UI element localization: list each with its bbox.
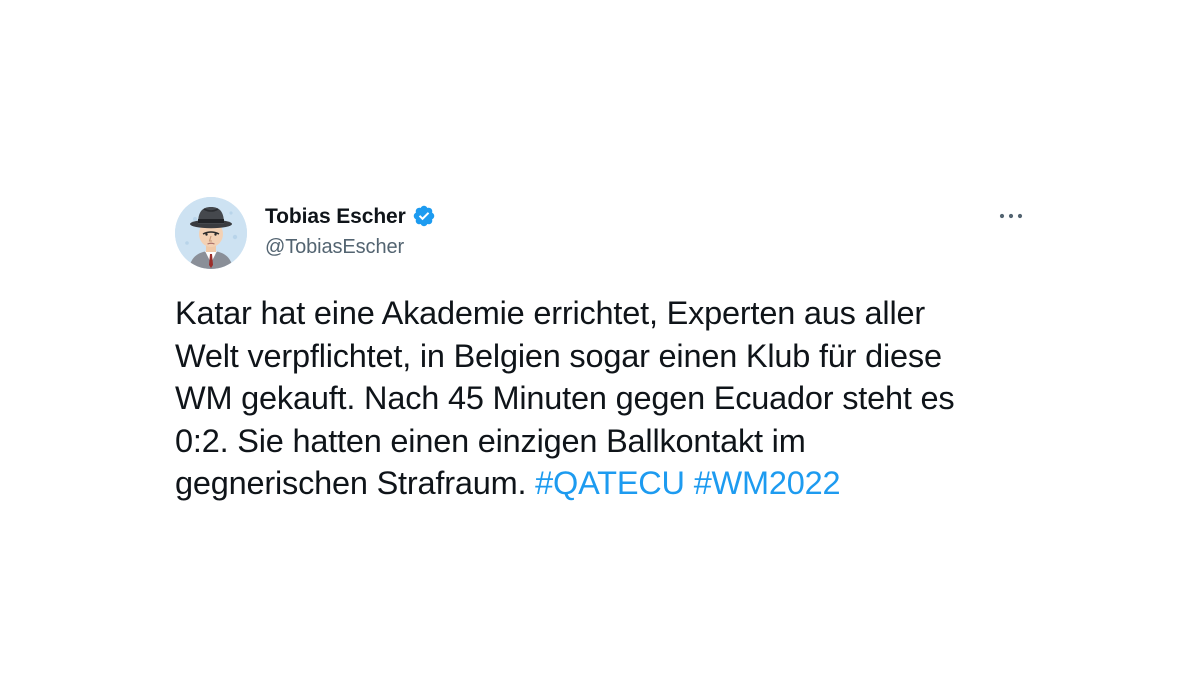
fedora-man-avatar-icon <box>175 197 247 269</box>
tweet-text: Katar hat eine Akademie errichtet, Exper… <box>175 292 1045 505</box>
tweet-text-line: 0:2. Sie hatten einen einzigen Ballkonta… <box>175 422 806 459</box>
author-name-row: Tobias Escher <box>265 203 436 229</box>
tweet-card: Tobias Escher @TobiasEscher Katar hat ei… <box>0 0 1200 694</box>
tweet-text-line: WM gekauft. Nach 45 Minuten gegen Ecuado… <box>175 380 955 416</box>
tweet-text-line: Welt verpflichtet, in Belgien sogar eine… <box>175 337 942 374</box>
more-options-button[interactable] <box>996 203 1026 229</box>
verified-badge-icon <box>412 204 436 228</box>
author-block: Tobias Escher @TobiasEscher <box>265 203 436 257</box>
author-handle[interactable]: @TobiasEscher <box>265 237 436 257</box>
more-options-icon <box>999 213 1023 219</box>
tweet-text-line: Katar hat eine Akademie errichtet, Exper… <box>175 295 925 331</box>
hashtag-link[interactable]: #QATECU <box>535 465 685 501</box>
avatar[interactable] <box>175 197 247 269</box>
tweet-text-line: gegnerischen Strafraum. <box>175 465 527 501</box>
author-display-name[interactable]: Tobias Escher <box>265 206 406 227</box>
hashtag-link[interactable]: #WM2022 <box>694 465 841 501</box>
tweet-text-last-line: gegnerischen Strafraum. #QATECU #WM2022 <box>175 462 1045 505</box>
